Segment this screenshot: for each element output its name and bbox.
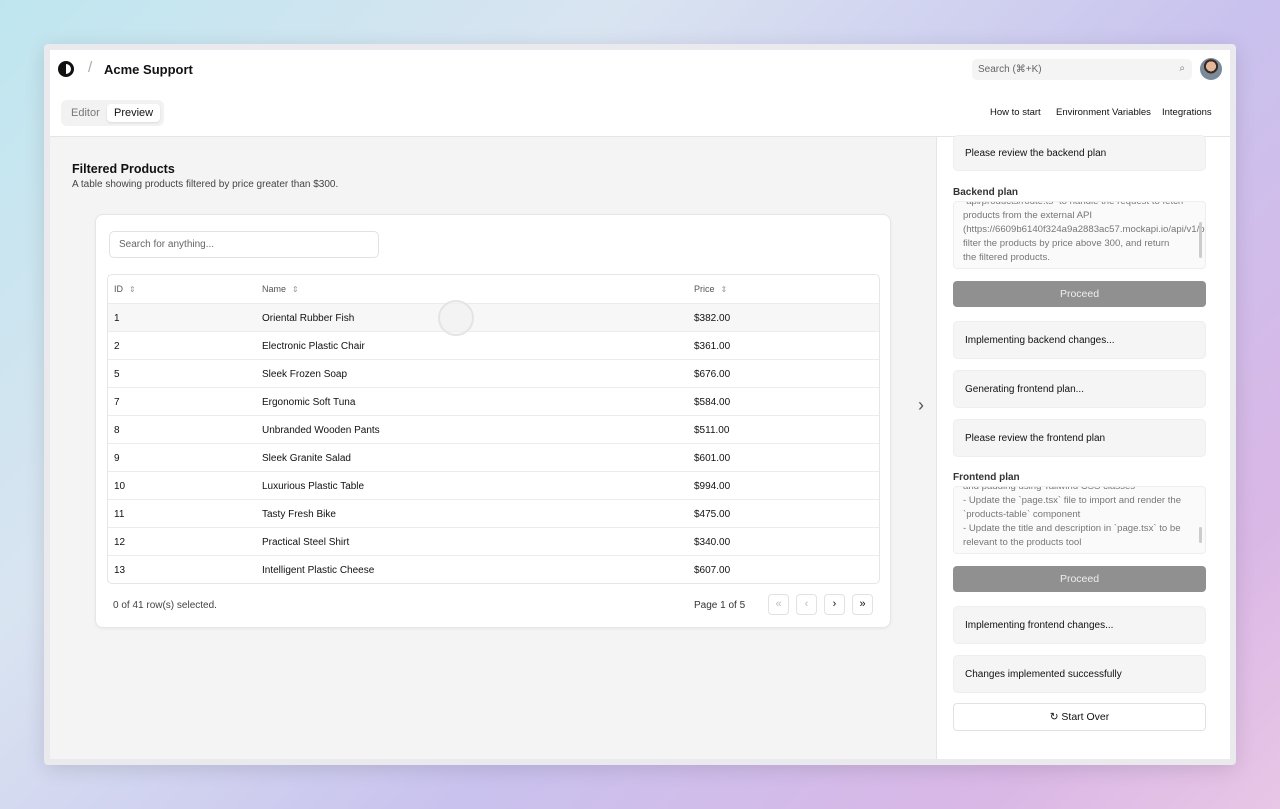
backend-plan-text: `api/products/route.ts` to handle the re…: [963, 201, 1206, 263]
table-row[interactable]: 12 Practical Steel Shirt $340.00: [108, 527, 879, 555]
cell-id: 10: [114, 481, 126, 492]
sort-icon: ⇕: [720, 285, 728, 294]
proceed-frontend-button[interactable]: Proceed: [953, 566, 1206, 592]
search-placeholder: Search (⌘+K): [978, 64, 1042, 75]
products-card: Search for anything... ID ⇕ Name ⇕ Price ⇕ …: [95, 214, 891, 628]
preview-pane: Filtered Products A table showing produc…: [50, 136, 936, 759]
scrollbar[interactable]: [1199, 222, 1202, 258]
tab-preview[interactable]: Preview: [107, 104, 161, 122]
cell-name: Electronic Plastic Chair: [262, 341, 365, 352]
column-price[interactable]: Price ⇕: [694, 284, 727, 294]
column-label: Price: [694, 284, 715, 294]
tab-editor[interactable]: Editor: [64, 104, 107, 122]
link-how-to-start[interactable]: How to start: [990, 107, 1041, 118]
table-search-input[interactable]: Search for anything...: [109, 231, 379, 258]
cell-name: Ergonomic Soft Tuna: [262, 397, 356, 408]
table-row[interactable]: 10 Luxurious Plastic Table $994.00: [108, 471, 879, 499]
column-id[interactable]: ID ⇕: [114, 284, 136, 294]
cell-name: Luxurious Plastic Table: [262, 481, 365, 492]
table-row[interactable]: 8 Unbranded Wooden Pants $511.00: [108, 415, 879, 443]
cell-name: Intelligent Plastic Cheese: [262, 565, 375, 576]
cell-name: Oriental Rubber Fish: [262, 313, 355, 324]
cell-price: $511.00: [694, 425, 730, 436]
column-label: Name: [262, 284, 287, 294]
chevron-right-icon[interactable]: ›: [918, 395, 924, 416]
cell-price: $475.00: [694, 509, 731, 520]
frontend-plan-textarea[interactable]: and padding using Tailwind CSS classes -…: [953, 486, 1206, 554]
cell-id: 5: [114, 369, 120, 380]
start-over-button[interactable]: ↻ Start Over: [953, 703, 1206, 731]
breadcrumb-separator: /: [88, 59, 93, 76]
table-row[interactable]: 1 Oriental Rubber Fish $382.00: [108, 303, 879, 331]
cell-id: 13: [114, 565, 126, 576]
view-tabs: Editor Preview: [61, 100, 164, 126]
table-row[interactable]: 7 Ergonomic Soft Tuna $584.00: [108, 387, 879, 415]
refresh-icon: ↻: [1049, 711, 1062, 723]
app-window: / Acme Support Search (⌘+K) ⌕ Editor Prev…: [44, 44, 1236, 765]
cell-id: 11: [114, 509, 125, 520]
cell-price: $584.00: [694, 397, 731, 408]
status-impl-frontend: Implementing frontend changes...: [953, 606, 1206, 644]
last-page-button[interactable]: »: [852, 594, 873, 615]
cell-id: 8: [114, 425, 120, 436]
cursor-indicator: [438, 300, 474, 336]
start-over-label: Start Over: [1061, 711, 1110, 723]
table-row[interactable]: 11 Tasty Fresh Bike $475.00: [108, 499, 879, 527]
cell-price: $994.00: [694, 481, 731, 492]
cell-id: 1: [114, 313, 120, 324]
page-description: A table showing products filtered by pri…: [72, 179, 339, 190]
cell-id: 7: [114, 397, 120, 408]
column-label: ID: [114, 284, 123, 294]
backend-plan-textarea[interactable]: `api/products/route.ts` to handle the re…: [953, 201, 1206, 269]
scrollbar[interactable]: [1199, 527, 1202, 543]
status-gen-frontend: Generating frontend plan...: [953, 370, 1206, 408]
link-integrations[interactable]: Integrations: [1162, 107, 1212, 118]
page-title: Filtered Products: [72, 162, 175, 176]
status-success: Changes implemented successfully: [953, 655, 1206, 693]
table-row[interactable]: 9 Sleek Granite Salad $601.00: [108, 443, 879, 471]
cell-name: Tasty Fresh Bike: [262, 509, 336, 520]
prev-page-button[interactable]: ‹: [796, 594, 817, 615]
cell-name: Sleek Frozen Soap: [262, 369, 348, 380]
status-review-backend: Please review the backend plan: [953, 135, 1206, 171]
assistant-sidebar: Please review the backend plan Backend p…: [936, 135, 1230, 759]
cell-price: $601.00: [694, 453, 731, 464]
cell-price: $676.00: [694, 369, 731, 380]
status-impl-backend: Implementing backend changes...: [953, 321, 1206, 359]
cell-name: Sleek Granite Salad: [262, 453, 351, 464]
cell-name: Unbranded Wooden Pants: [262, 425, 380, 436]
first-page-button[interactable]: «: [768, 594, 789, 615]
cell-id: 9: [114, 453, 120, 464]
link-environment-variables[interactable]: Environment Variables: [1056, 107, 1151, 118]
next-page-button[interactable]: ›: [824, 594, 845, 615]
cell-name: Practical Steel Shirt: [262, 537, 350, 548]
table-row[interactable]: 5 Sleek Frozen Soap $676.00: [108, 359, 879, 387]
backend-plan-label: Backend plan: [953, 187, 1019, 198]
status-review-frontend: Please review the frontend plan: [953, 419, 1206, 457]
app-title: Acme Support: [104, 62, 193, 77]
cell-price: $361.00: [694, 341, 731, 352]
proceed-backend-button[interactable]: Proceed: [953, 281, 1206, 307]
cell-id: 2: [114, 341, 120, 352]
sort-icon: ⇕: [292, 285, 299, 294]
cell-id: 12: [114, 537, 126, 548]
avatar[interactable]: [1200, 58, 1222, 80]
table-row[interactable]: 2 Electronic Plastic Chair $361.00: [108, 331, 879, 359]
cell-price: $340.00: [694, 537, 731, 548]
selection-count: 0 of 41 row(s) selected.: [113, 600, 217, 611]
cell-price: $382.00: [694, 313, 731, 324]
products-table: ID ⇕ Name ⇕ Price ⇕ 1 Oriental Rubber Fish $3…: [107, 274, 880, 584]
global-search[interactable]: Search (⌘+K) ⌕: [972, 59, 1192, 80]
frontend-plan-text: and padding using Tailwind CSS classes -…: [963, 486, 1182, 548]
table-row[interactable]: 13 Intelligent Plastic Cheese $607.00: [108, 555, 879, 583]
cell-price: $607.00: [694, 565, 731, 576]
page-indicator: Page 1 of 5: [694, 600, 746, 611]
table-header: ID ⇕ Name ⇕ Price ⇕: [108, 275, 879, 303]
sort-icon: ⇕: [129, 285, 136, 294]
search-icon: ⌕: [1179, 63, 1185, 74]
logo-icon[interactable]: [58, 61, 74, 77]
frontend-plan-label: Frontend plan: [953, 472, 1020, 483]
column-name[interactable]: Name ⇕: [262, 284, 299, 294]
